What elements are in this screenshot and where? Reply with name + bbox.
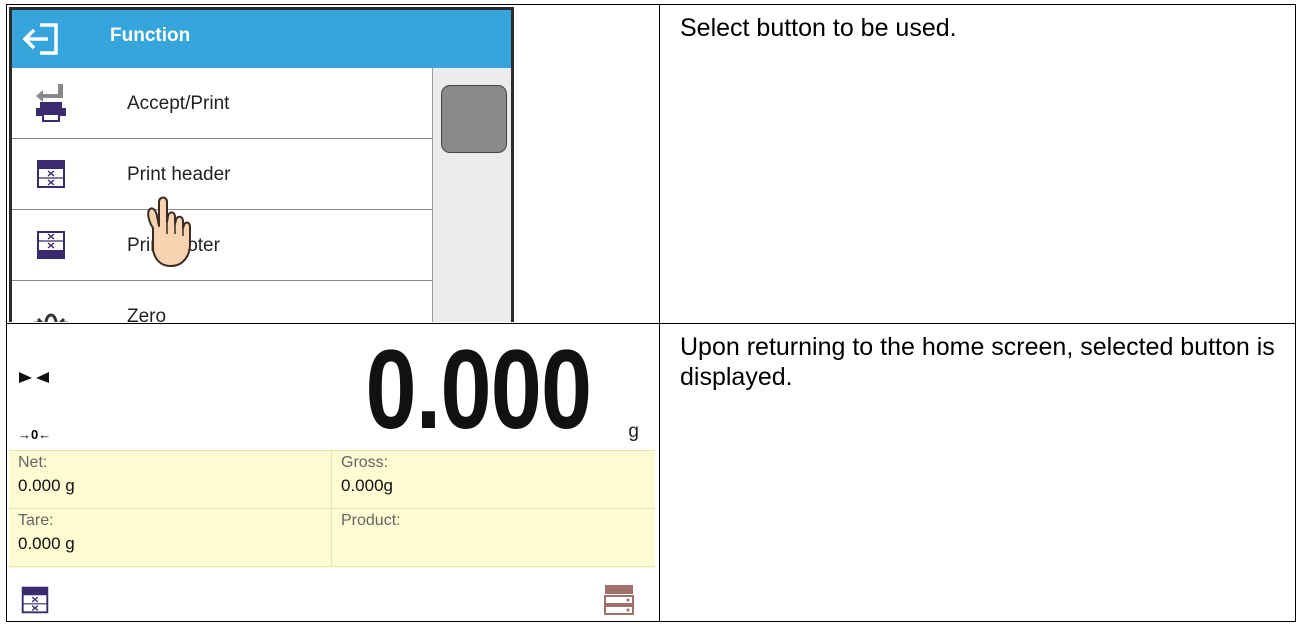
info-product: Product:	[332, 509, 655, 567]
function-list: Accept/Print Print header Print footer Z…	[12, 68, 432, 322]
info-key: Gross:	[341, 454, 389, 471]
zero-indicator: →0←	[18, 427, 52, 442]
list-item-print-footer[interactable]: Print footer	[12, 210, 432, 281]
function-title: Function	[110, 25, 191, 46]
step-description: Select button to be used.	[680, 14, 957, 42]
list-item-label: Print header	[127, 164, 231, 185]
cell-home-screenshot: →0← 0.000 g Net: 0.000 g Gross: 0.000g T…	[6, 323, 660, 622]
function-screen: Function Accept/Print Print header Print…	[9, 7, 514, 322]
print-header-icon[interactable]	[18, 582, 52, 618]
function-header: Function	[12, 10, 511, 68]
info-value: 0.000g	[341, 476, 393, 495]
accept-print-icon	[36, 84, 66, 122]
list-item-print-header[interactable]: Print header	[12, 139, 432, 210]
info-tare: Tare: 0.000 g	[9, 509, 332, 567]
back-arrow-icon[interactable]	[22, 21, 62, 57]
cell-step-description-1: Select button to be used.	[659, 4, 1296, 324]
info-key: Net:	[18, 454, 48, 471]
pointing-hand-icon	[147, 196, 191, 267]
cell-function-screenshot: Function Accept/Print Print header Print…	[6, 4, 660, 324]
info-net: Net: 0.000 g	[9, 451, 332, 509]
list-item-label: Zero	[127, 306, 167, 322]
scrollbar-thumb[interactable]	[441, 85, 507, 153]
scrollbar-track[interactable]	[432, 68, 511, 322]
info-key: Product:	[341, 512, 401, 529]
print-footer-icon	[37, 231, 65, 259]
weight-display: 0.000	[365, 327, 592, 452]
weight-unit: g	[628, 421, 639, 442]
info-gross: Gross: 0.000g	[332, 451, 655, 509]
info-value: 0.000 g	[18, 476, 75, 495]
list-item-accept-print[interactable]: Accept/Print	[12, 68, 432, 139]
home-screen: →0← 0.000 g Net: 0.000 g Gross: 0.000g T…	[9, 326, 657, 621]
cell-step-description-2: Upon returning to the home screen, selec…	[659, 323, 1296, 622]
list-item-label: Accept/Print	[127, 93, 230, 114]
zero-icon	[34, 313, 68, 322]
info-key: Tare:	[18, 512, 54, 529]
info-grid: Net: 0.000 g Gross: 0.000g Tare: 0.000 g…	[9, 450, 655, 568]
step-description: Upon returning to the home screen, selec…	[680, 333, 1275, 391]
list-item-zero[interactable]: Zero	[12, 281, 432, 322]
print-header-icon	[37, 160, 65, 188]
database-icon[interactable]	[602, 582, 636, 616]
stability-indicator-icon	[19, 372, 49, 383]
document-table: Function Accept/Print Print header Print…	[6, 4, 1296, 622]
info-value: 0.000 g	[18, 534, 75, 553]
